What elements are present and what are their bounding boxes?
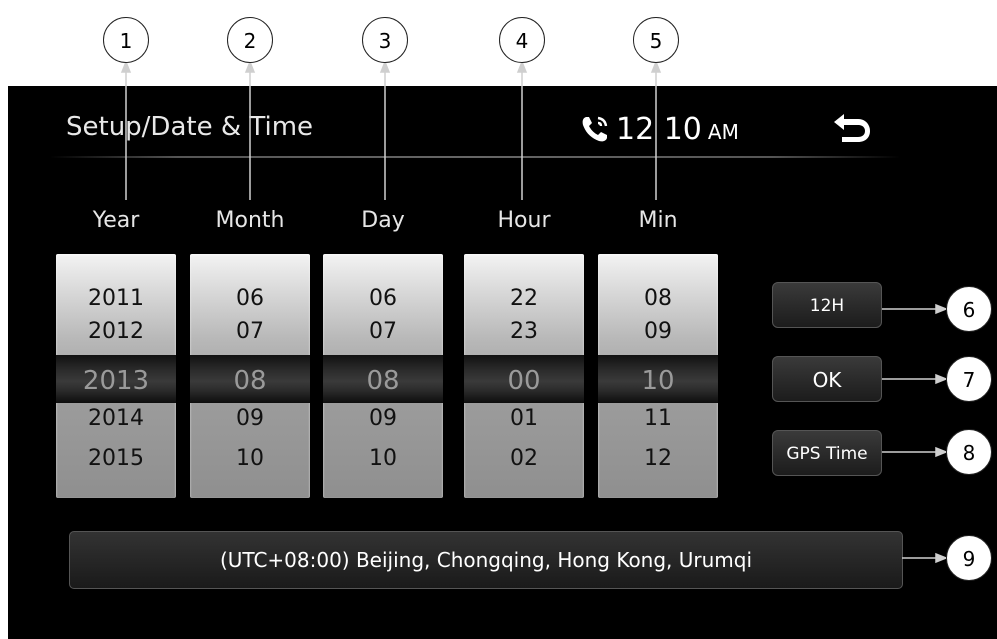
wheel-value[interactable]: 2011	[56, 284, 176, 314]
year-wheel[interactable]: 2011 2012 2013 2014 2015	[56, 254, 176, 498]
status-clock: 12 10 AM	[616, 112, 739, 147]
wheel-value[interactable]: 06	[323, 284, 443, 314]
min-wheel[interactable]: 08 09 10 11 12	[598, 254, 718, 498]
back-arrow-icon[interactable]	[830, 110, 874, 144]
wheel-value[interactable]: 09	[190, 404, 310, 434]
title-divider	[50, 156, 900, 158]
callout-8: 8	[946, 429, 992, 475]
callout-3: 3	[362, 17, 408, 63]
label-hour: Hour	[497, 208, 551, 233]
callout-5: 5	[633, 17, 679, 63]
wheel-value[interactable]: 07	[190, 317, 310, 347]
hour-wheel[interactable]: 22 23 00 01 02	[464, 254, 584, 498]
phone-icon	[582, 116, 608, 142]
wheel-value[interactable]: 2014	[56, 404, 176, 434]
wheel-value[interactable]: 23	[464, 317, 584, 347]
month-wheel[interactable]: 06 07 08 09 10	[190, 254, 310, 498]
gps-time-button[interactable]: GPS Time	[772, 430, 882, 476]
selected-value[interactable]: 08	[190, 366, 310, 396]
wheel-value[interactable]: 09	[323, 404, 443, 434]
wheel-value[interactable]: 10	[190, 444, 310, 474]
12h-toggle-button[interactable]: 12H	[772, 282, 882, 328]
callout-9: 9	[946, 535, 992, 581]
wheel-value[interactable]: 06	[190, 284, 310, 314]
wheel-value[interactable]: 02	[464, 444, 584, 474]
wheel-value[interactable]: 2012	[56, 317, 176, 347]
page-title: Setup/Date & Time	[66, 112, 314, 142]
label-month: Month	[215, 208, 285, 233]
callout-4: 4	[499, 17, 545, 63]
label-day: Day	[361, 208, 405, 233]
day-wheel[interactable]: 06 07 08 09 10	[323, 254, 443, 498]
clock-time: 12 10	[616, 112, 702, 147]
selected-value[interactable]: 00	[464, 366, 584, 396]
label-min: Min	[638, 208, 678, 233]
wheel-value[interactable]: 09	[598, 317, 718, 347]
wheel-value[interactable]: 22	[464, 284, 584, 314]
selected-value[interactable]: 08	[323, 366, 443, 396]
timezone-selector[interactable]: (UTC+08:00) Beijing, Chongqing, Hong Kon…	[69, 531, 903, 589]
wheel-value[interactable]: 2015	[56, 444, 176, 474]
callout-2: 2	[227, 17, 273, 63]
wheel-value[interactable]: 01	[464, 404, 584, 434]
callout-7: 7	[946, 356, 992, 402]
label-year: Year	[92, 208, 140, 233]
wheel-value[interactable]: 10	[323, 444, 443, 474]
callout-6: 6	[946, 286, 992, 332]
wheel-value[interactable]: 08	[598, 284, 718, 314]
wheel-value[interactable]: 07	[323, 317, 443, 347]
wheel-value[interactable]: 12	[598, 444, 718, 474]
wheel-value[interactable]: 11	[598, 404, 718, 434]
selected-value[interactable]: 2013	[56, 366, 176, 396]
clock-ampm: AM	[707, 120, 739, 144]
ok-button[interactable]: OK	[772, 356, 882, 402]
callout-1: 1	[103, 17, 149, 63]
selected-value[interactable]: 10	[598, 366, 718, 396]
